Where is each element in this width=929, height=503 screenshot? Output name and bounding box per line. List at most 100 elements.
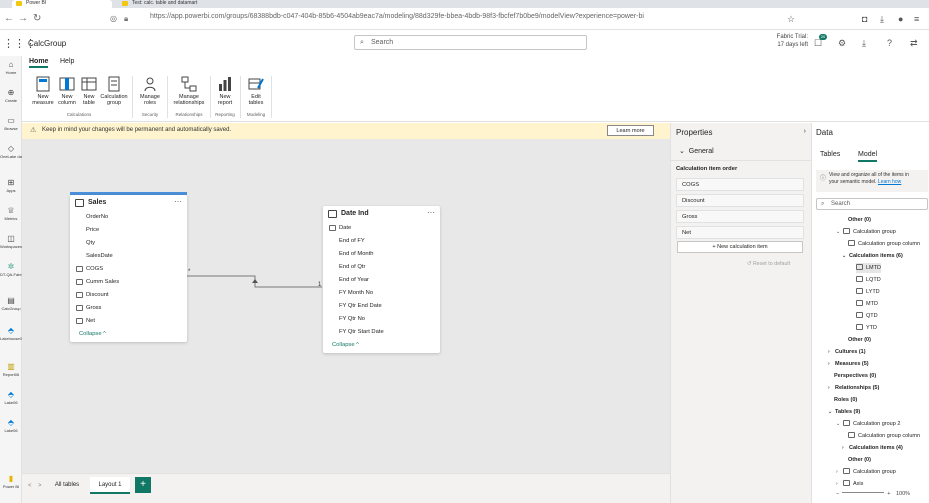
field-row[interactable]: End of Year: [323, 274, 440, 287]
tree-item[interactable]: Other (0): [848, 455, 871, 465]
field-row[interactable]: End of Qtr: [323, 261, 440, 274]
tree-item[interactable]: Other (0): [848, 335, 871, 345]
help-icon[interactable]: ?: [887, 38, 892, 48]
calc-item[interactable]: Gross: [676, 210, 804, 223]
tree-item[interactable]: Other (0): [848, 215, 871, 225]
field-row[interactable]: FY Qtr End Date: [323, 300, 440, 313]
shield-icon[interactable]: ◎: [110, 14, 117, 23]
download-icon[interactable]: ⤓: [880, 14, 884, 25]
tree-item[interactable]: LMTD: [856, 263, 881, 273]
calc-item[interactable]: Discount: [676, 194, 804, 207]
field-row[interactable]: OrderNo: [70, 211, 187, 224]
nav-apps[interactable]: ⊞ Apps: [0, 178, 22, 193]
tree-item[interactable]: Calculation group column: [848, 431, 920, 441]
tree-item[interactable]: › Relationships (5): [828, 383, 879, 393]
tree-item[interactable]: Calculation group column: [848, 239, 920, 249]
nav-calcgroup[interactable]: ▤ CalcGroup: [0, 296, 22, 311]
table-header[interactable]: Date Ind ···: [323, 206, 440, 222]
nav-home[interactable]: ⌂ Home: [0, 60, 22, 75]
more-options-icon[interactable]: ···: [427, 208, 435, 217]
tree-item[interactable]: YTD: [856, 323, 877, 333]
collapse-pane-icon[interactable]: ›: [804, 128, 806, 135]
table-card-sales[interactable]: Sales ··· OrderNo Price Qty SalesDate CO…: [70, 195, 187, 342]
chevron-right-icon[interactable]: ›: [836, 467, 843, 477]
field-row[interactable]: FY Qtr Start Date: [323, 326, 440, 339]
learn-more-button[interactable]: Learn more: [607, 125, 654, 136]
new-table-button[interactable]: New table: [78, 76, 100, 106]
tree-item[interactable]: QTD: [856, 311, 878, 321]
tree-item[interactable]: ⌄ Calculation group: [836, 227, 896, 237]
manage-roles-button[interactable]: Manage roles: [137, 76, 163, 106]
tree-item[interactable]: ⌄ Calculation items (6): [842, 251, 903, 261]
general-section-toggle[interactable]: ⌄ General: [679, 147, 714, 155]
field-row[interactable]: End of Month: [323, 248, 440, 261]
chevron-right-icon[interactable]: ›: [836, 479, 843, 489]
chevron-right-icon[interactable]: ›: [842, 443, 849, 453]
zoom-slider[interactable]: [842, 492, 885, 493]
account-icon[interactable]: ●: [898, 14, 903, 24]
menu-icon[interactable]: ≡: [914, 14, 919, 24]
reset-to-default-button[interactable]: ↺ Reset to default: [747, 261, 790, 267]
chevron-right-icon[interactable]: ›: [828, 347, 835, 357]
chevron-down-icon[interactable]: ⌄: [836, 419, 843, 429]
collapse-button[interactable]: Collapse ^: [332, 342, 359, 348]
measure-row[interactable]: COGS: [70, 263, 187, 276]
field-row[interactable]: Date: [323, 222, 440, 235]
chevron-down-icon[interactable]: ⌄: [842, 251, 849, 261]
data-search-input[interactable]: ⌕ Search: [816, 198, 928, 210]
tree-item[interactable]: › Calculation items (4): [842, 443, 903, 453]
tree-item[interactable]: Perspectives (0): [834, 371, 876, 381]
measure-row[interactable]: Discount: [70, 289, 187, 302]
zoom-in-icon[interactable]: +: [887, 491, 890, 497]
scroll-right-icon[interactable]: >: [38, 483, 42, 489]
nav-browse[interactable]: ▭ Browse: [0, 116, 22, 131]
tree-item[interactable]: ⌄ Calculation group 2: [836, 419, 900, 429]
measure-row[interactable]: Cumm Sales: [70, 276, 187, 289]
measure-row[interactable]: Gross: [70, 302, 187, 315]
tab-layout-1[interactable]: Layout 1: [90, 477, 130, 494]
tab-tables[interactable]: Tables: [820, 151, 840, 158]
share-icon[interactable]: ⇄: [910, 38, 918, 49]
url-text[interactable]: https://app.powerbi.com/groups/68388bdb-…: [150, 13, 644, 20]
nav-fabric[interactable]: ✲DT-QA-Fabric: [0, 262, 22, 277]
back-icon[interactable]: ←: [4, 13, 14, 24]
download-icon[interactable]: ⤓: [862, 38, 866, 49]
lock-icon[interactable]: 🔒︎: [124, 14, 128, 24]
browser-tab-powerbi[interactable]: Power BI: [12, 0, 112, 8]
refresh-icon[interactable]: ↻: [33, 13, 41, 24]
nav-metrics[interactable]: ♕ Metrics: [0, 206, 22, 221]
field-row[interactable]: Price: [70, 224, 187, 237]
nav-workspaces[interactable]: ◫ Workspaces: [0, 234, 22, 249]
new-measure-button[interactable]: New measure: [32, 76, 54, 106]
tab-home[interactable]: Home: [29, 58, 49, 68]
tree-item[interactable]: Roles (0): [834, 395, 857, 405]
search-input[interactable]: ⌕ Search: [354, 35, 587, 50]
forward-icon[interactable]: →: [18, 13, 28, 24]
chevron-down-icon[interactable]: ⌄: [828, 407, 835, 417]
tree-item[interactable]: LYTD: [856, 287, 880, 297]
nav-powerbi[interactable]: ▮ Power BI: [0, 474, 22, 489]
new-report-button[interactable]: New report: [213, 76, 237, 106]
calc-item[interactable]: COGS: [676, 178, 804, 191]
manage-relationships-button[interactable]: Manage relationships: [170, 76, 208, 106]
field-row[interactable]: End of FY: [323, 235, 440, 248]
chevron-right-icon[interactable]: ›: [828, 359, 835, 369]
nav-lakehouse[interactable]: ⬘ Lakehouse06: [0, 326, 22, 341]
nav-lake-1[interactable]: ⬘ Lake06: [0, 390, 22, 405]
scroll-left-icon[interactable]: <: [28, 483, 32, 489]
field-row[interactable]: FY Qtr No: [323, 313, 440, 326]
chevron-down-icon[interactable]: ⌄: [836, 227, 843, 237]
field-row[interactable]: Qty: [70, 237, 187, 250]
nav-create[interactable]: ⊕ Create: [0, 88, 22, 103]
new-calculation-item-button[interactable]: + New calculation item: [677, 241, 803, 253]
tree-item[interactable]: › Cultures (1): [828, 347, 866, 357]
pocket-icon[interactable]: ◘: [862, 14, 867, 24]
learn-how-link[interactable]: Learn how: [878, 179, 901, 185]
table-header[interactable]: Sales ···: [70, 195, 187, 211]
new-column-button[interactable]: New column: [56, 76, 78, 106]
more-options-icon[interactable]: ···: [174, 197, 182, 206]
calc-item[interactable]: Net: [676, 226, 804, 239]
tab-all-tables[interactable]: All tables: [48, 477, 86, 494]
workspace-name[interactable]: CalcGroup: [28, 39, 66, 48]
tree-item[interactable]: LQTD: [856, 275, 881, 285]
